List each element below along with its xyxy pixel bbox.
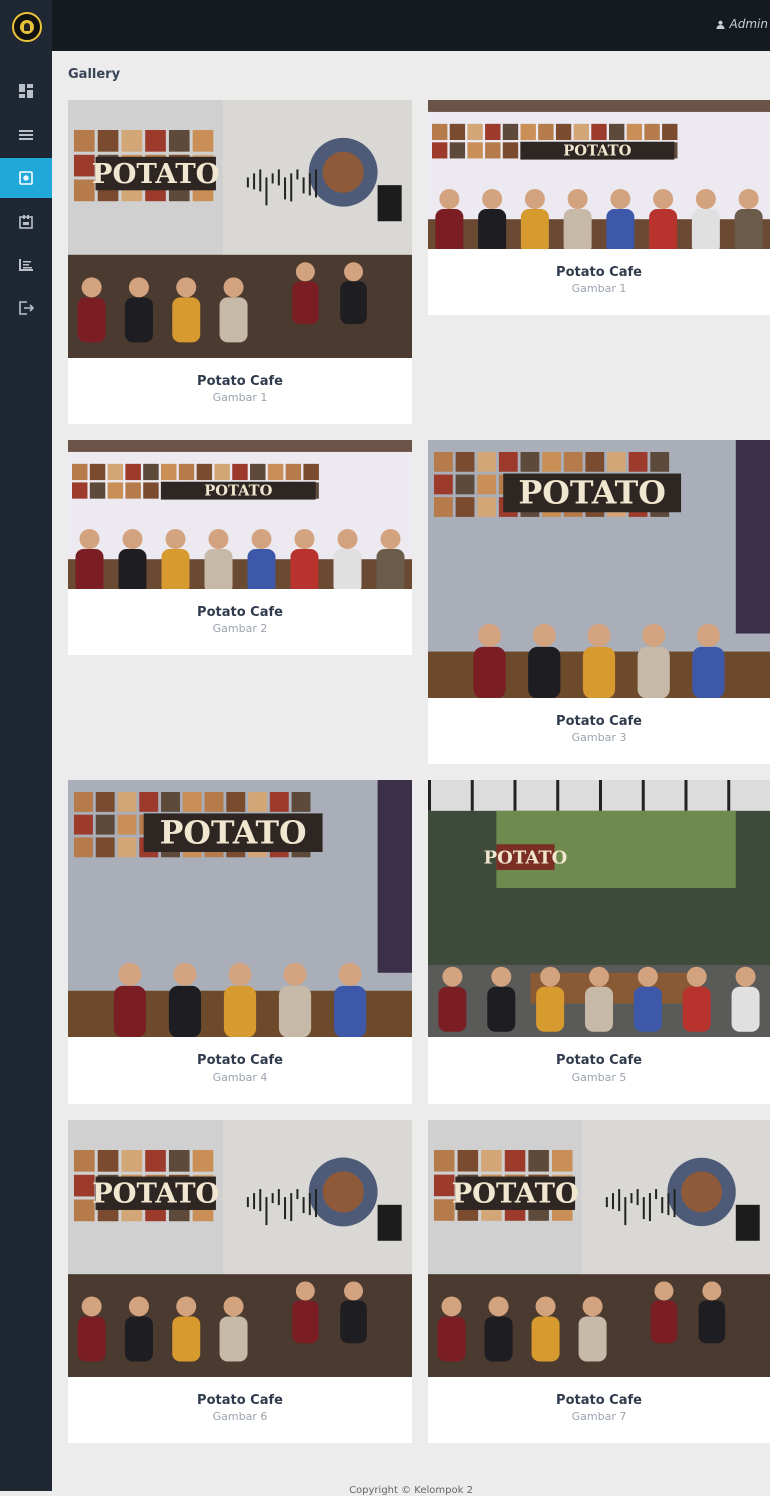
card-title: Potato Cafe [556,265,642,280]
svg-text:POTATO: POTATO [160,814,307,851]
card-title: Potato Cafe [197,1053,283,1068]
svg-text:POTATO: POTATO [204,483,272,500]
gallery-card[interactable]: POTATO Potato Cafe Gambar 1 [68,100,412,424]
user-menu[interactable]: Admin [715,17,768,31]
card-subtitle: Gambar 5 [571,1071,627,1084]
svg-text:POTATO: POTATO [92,1178,219,1210]
report-icon [19,259,33,271]
sidebar-item-calendar[interactable] [0,202,52,242]
brand-logo[interactable] [12,12,42,42]
gallery-card[interactable]: POTATO Potato Cafe Gambar 4 [68,780,412,1104]
gallery-card[interactable]: POTATO Potato Cafe Gambar 1 [428,100,770,315]
gallery-card[interactable]: POTATO Potato Cafe Gambar 2 [68,440,412,655]
card-title: Potato Cafe [197,605,283,620]
user-icon [715,20,725,29]
topbar: Admin [52,0,770,51]
card-title: Potato Cafe [556,714,642,729]
sidebar-item-gallery[interactable] [0,158,52,198]
svg-text:POTATO: POTATO [92,158,220,190]
sidebar-item-menu[interactable] [0,115,52,155]
gallery-photo[interactable]: POTATO [68,780,412,1037]
gallery-card[interactable]: POTATO Potato Cafe Gambar 3 [428,440,770,764]
gallery-icon [19,171,33,185]
card-title: Potato Cafe [556,1393,642,1408]
card-title: Potato Cafe [197,374,283,389]
logout-icon [19,301,34,315]
dashboard-icon [19,84,33,98]
card-subtitle: Gambar 1 [212,391,268,404]
sidebar-item-dashboard[interactable] [0,71,52,111]
gallery-photo[interactable]: POTATO [68,100,412,358]
card-subtitle: Gambar 7 [571,1410,627,1423]
gallery-photo[interactable]: POTATO [428,440,770,698]
card-subtitle: Gambar 4 [212,1071,268,1084]
gallery-photo[interactable]: POTATO [428,1120,770,1377]
sidebar-item-logout[interactable] [0,288,52,328]
card-title: Potato Cafe [197,1393,283,1408]
card-subtitle: Gambar 1 [571,282,627,295]
card-subtitle: Gambar 3 [571,731,627,744]
gallery-photo[interactable]: POTATO [428,780,770,1037]
card-subtitle: Gambar 2 [212,622,268,635]
user-name: Admin [729,17,768,31]
svg-text:POTATO: POTATO [484,848,568,869]
gallery-card[interactable]: POTATO Potato Cafe Gambar 7 [428,1120,770,1443]
svg-text:POTATO: POTATO [452,1178,579,1210]
gallery-photo[interactable]: POTATO [68,440,412,589]
sidebar-item-report[interactable] [0,245,52,285]
sidebar [0,0,52,1491]
card-subtitle: Gambar 6 [212,1410,268,1423]
svg-text:POTATO: POTATO [518,475,665,512]
gallery-card[interactable]: POTATO Potato Cafe Gambar 5 [428,780,770,1104]
gallery-card[interactable]: POTATO Potato Cafe Gambar 6 [68,1120,412,1443]
page-title: Gallery [68,67,121,82]
gallery-photo[interactable]: POTATO [68,1120,412,1377]
card-title: Potato Cafe [556,1053,642,1068]
svg-text:POTATO: POTATO [563,143,631,160]
menu-icon [19,130,33,140]
gallery-photo[interactable]: POTATO [428,100,770,249]
calendar-icon [19,215,33,229]
